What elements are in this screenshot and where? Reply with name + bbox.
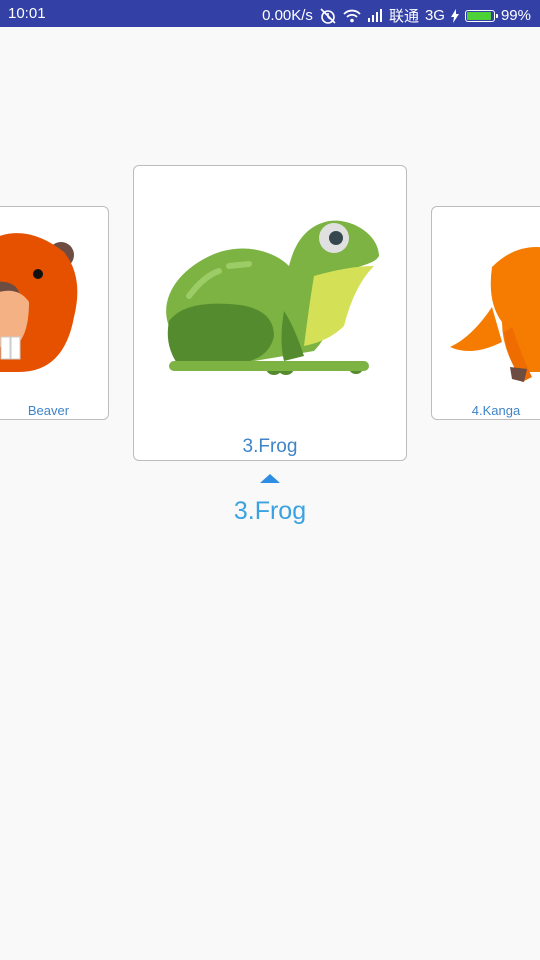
status-bar: 10:01 0.00K/s 联通 3G 99% xyxy=(0,0,540,27)
selected-item-label: 3.Frog xyxy=(233,497,307,525)
alarm-off-icon xyxy=(319,7,337,24)
selection-indicator xyxy=(260,474,280,483)
carousel-card-label: Beaver xyxy=(27,403,70,418)
network-type: 3G xyxy=(424,7,445,24)
clock: 10:01 xyxy=(8,5,46,22)
carousel-card-frog[interactable]: 3.Frog xyxy=(133,165,407,461)
battery-icon xyxy=(464,9,498,22)
wifi-icon xyxy=(343,9,361,23)
battery-percent: 99% xyxy=(500,7,531,24)
network-speed: 0.00K/s xyxy=(262,7,313,24)
signal-icon xyxy=(367,9,383,22)
carousel-card-label: 4.Kanga xyxy=(471,403,521,418)
kangaroo-icon xyxy=(450,247,540,382)
carousel-card-beaver[interactable]: Beaver xyxy=(0,206,109,420)
charging-icon xyxy=(450,8,459,23)
beaver-icon xyxy=(0,233,78,372)
carousel-card-label: 3.Frog xyxy=(242,436,298,457)
carrier-name: 联通 xyxy=(388,8,419,25)
frog-icon xyxy=(166,220,379,375)
carousel-card-kangaroo[interactable]: 4.Kanga xyxy=(431,206,540,420)
